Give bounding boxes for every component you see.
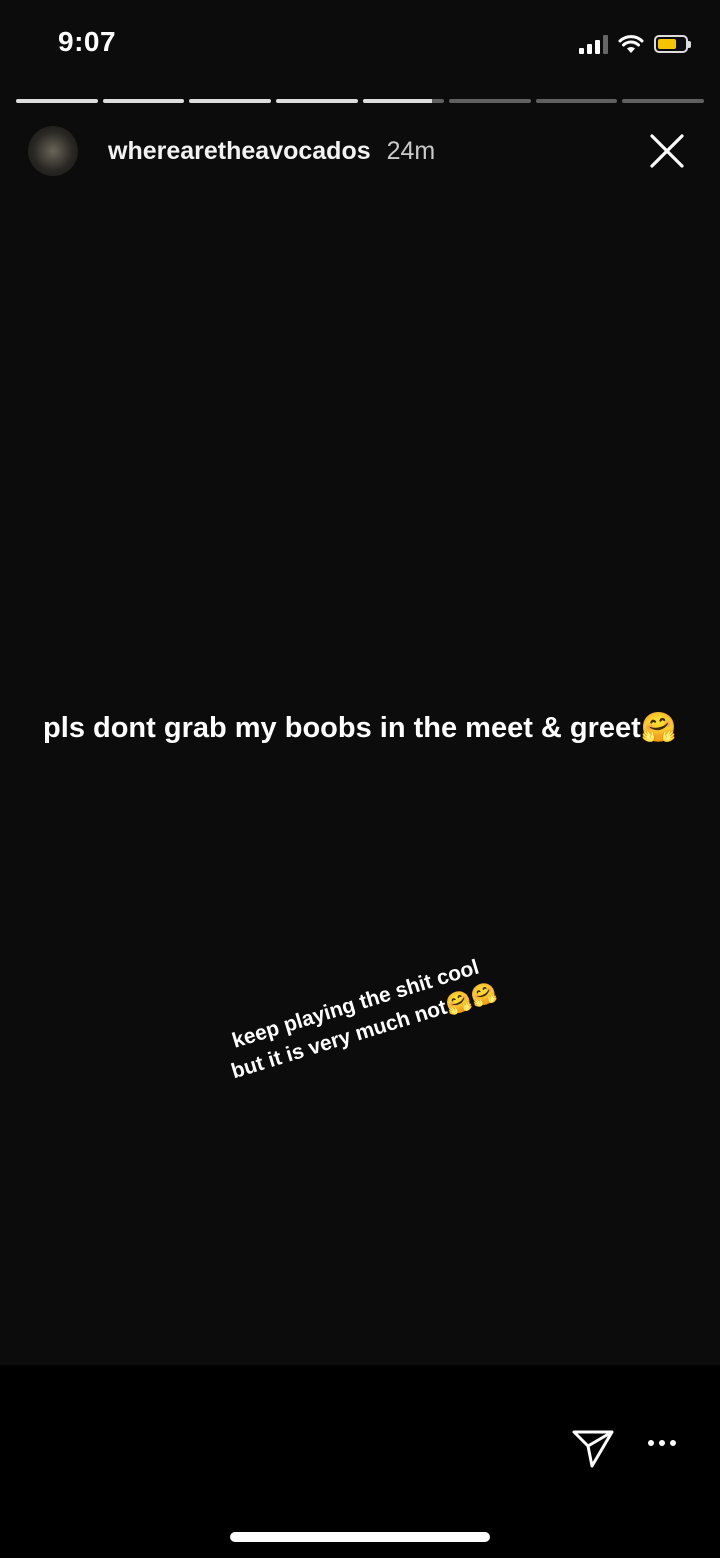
story-header: wherearetheavocados 24m xyxy=(28,124,696,178)
status-icons xyxy=(579,32,691,56)
progress-segment xyxy=(449,99,531,103)
more-options-icon[interactable] xyxy=(648,1440,676,1446)
avatar[interactable] xyxy=(28,126,78,176)
close-icon[interactable] xyxy=(644,128,690,174)
wifi-icon xyxy=(618,35,644,53)
hugging-face-emoji: 🤗 xyxy=(640,710,677,744)
username[interactable]: wherearetheavocados xyxy=(108,137,371,166)
progress-segment xyxy=(535,99,618,103)
progress-segment xyxy=(362,99,445,103)
caption-main-text: pls dont grab my boobs in the meet & gre… xyxy=(43,712,641,744)
progress-segment xyxy=(16,99,98,103)
story-progress-bar xyxy=(16,99,704,103)
post-timestamp: 24m xyxy=(386,136,436,165)
story-caption-main: pls dont grab my boobs in the meet & gre… xyxy=(0,710,720,745)
progress-segment xyxy=(189,99,271,103)
progress-segment xyxy=(275,99,358,103)
story-background[interactable] xyxy=(0,0,720,1365)
send-icon[interactable] xyxy=(570,1424,616,1470)
story-screen: 9:07 wherearetheavocados 24m pls dont gr… xyxy=(0,0,720,1558)
home-indicator[interactable] xyxy=(230,1532,490,1542)
battery-icon xyxy=(654,35,691,53)
progress-segment xyxy=(102,99,185,103)
status-time: 9:07 xyxy=(58,26,117,57)
cellular-signal-icon xyxy=(579,34,608,54)
progress-segment xyxy=(622,99,704,103)
